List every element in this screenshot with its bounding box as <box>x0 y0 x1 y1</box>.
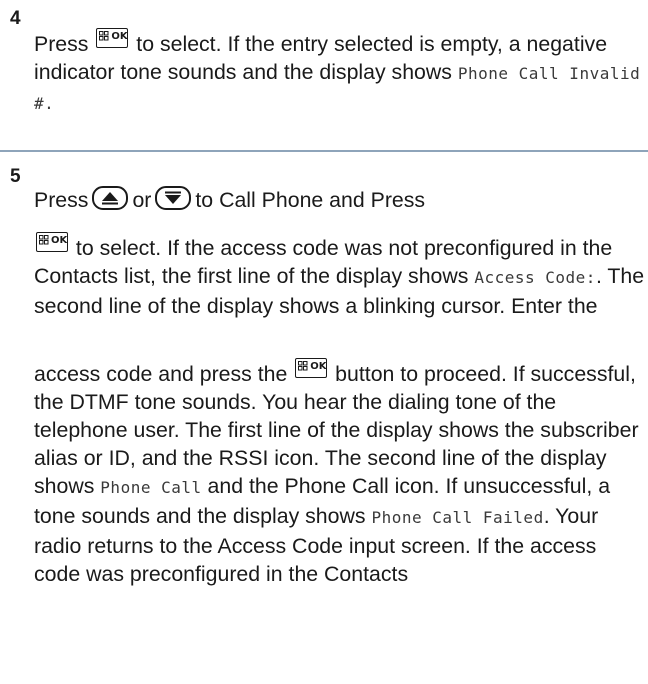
phone-call-failed-display: Phone Call Failed <box>371 508 544 527</box>
press-text: Press <box>34 188 89 212</box>
up-arrow-key-icon <box>92 186 129 210</box>
step-number: 4 <box>10 8 21 29</box>
menu-ok-key-icon: OK <box>295 358 328 378</box>
ok-label: OK <box>51 235 68 246</box>
step-5-text-c: access code and press the <box>34 362 294 386</box>
step-number: 5 <box>10 166 21 187</box>
ok-label: OK <box>111 31 128 42</box>
down-arrow-key-icon <box>155 186 192 210</box>
ok-label: OK <box>310 361 327 372</box>
step-4-paragraph: Press OK to select. If the entry selecte… <box>34 28 646 118</box>
or-text: or <box>132 188 152 212</box>
step-5-paragraph-3: access code and press the OK button to p… <box>34 358 646 588</box>
step-5-line-1: Press or to Call Phone and Press <box>34 186 646 214</box>
press-text: Press <box>34 32 89 56</box>
step-5-paragraph-2: OK to select. If the access code was not… <box>34 232 646 320</box>
menu-ok-key-icon: OK <box>96 28 129 48</box>
step-divider <box>0 150 648 152</box>
access-code-display: Access Code: <box>474 268 596 287</box>
phone-call-display: Phone Call <box>100 478 202 497</box>
call-phone-text: to Call Phone and Press <box>195 188 426 212</box>
menu-ok-key-icon: OK <box>36 232 68 252</box>
